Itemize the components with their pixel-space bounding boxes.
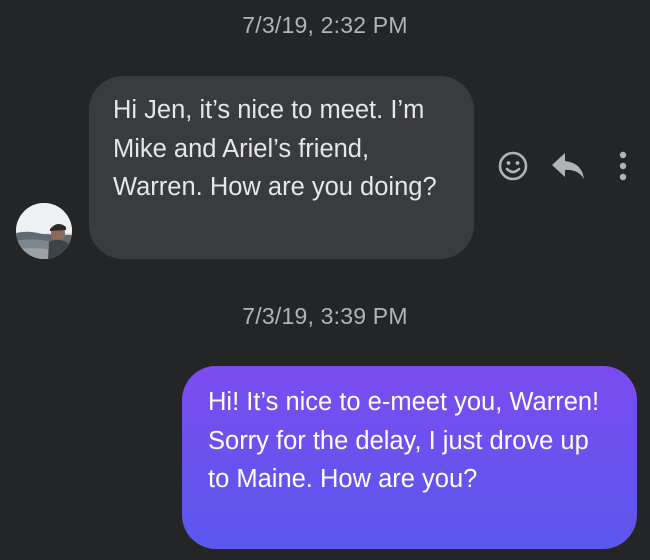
message-timestamp: 7/3/19, 3:39 PM bbox=[242, 303, 408, 329]
more-options-icon[interactable] bbox=[612, 148, 634, 184]
smiley-face-icon[interactable] bbox=[497, 148, 529, 184]
message-timestamp: 7/3/19, 2:32 PM bbox=[242, 12, 408, 38]
outgoing-message-text: Hi! It’s nice to e-meet you, Warren! Sor… bbox=[208, 388, 600, 493]
avatar-photo bbox=[16, 203, 72, 259]
incoming-message-bubble[interactable]: Hi Jen, it’s nice to meet. I’m Mike and … bbox=[89, 76, 474, 259]
reply-arrow-icon[interactable] bbox=[550, 148, 586, 184]
sender-avatar[interactable] bbox=[16, 203, 72, 259]
outgoing-message-bubble[interactable]: Hi! It’s nice to e-meet you, Warren! Sor… bbox=[182, 366, 637, 549]
incoming-message-text: Hi Jen, it’s nice to meet. I’m Mike and … bbox=[113, 96, 437, 201]
message-thread: 7/3/19, 2:32 PM Hi Jen, it’s nice to mee… bbox=[0, 0, 650, 560]
